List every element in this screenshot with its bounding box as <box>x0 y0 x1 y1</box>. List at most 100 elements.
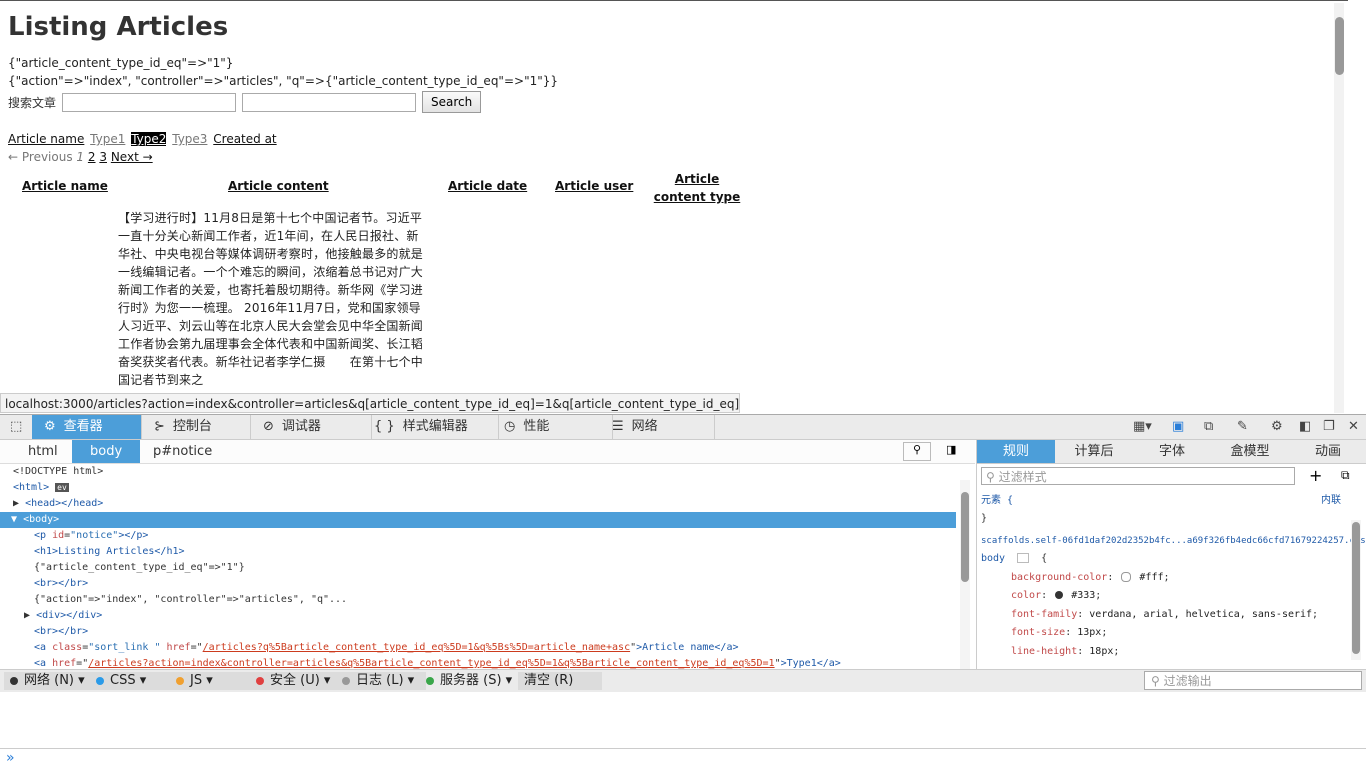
markup-view: <!DOCTYPE html> <html> ev ▶ <head></head… <box>0 464 958 669</box>
console-clear-button[interactable]: 清空 (R) <box>518 672 602 690</box>
body-rule-selector[interactable]: body { <box>981 550 1047 568</box>
th-article-name[interactable]: Article name <box>22 179 108 193</box>
pagination-next-link[interactable]: Next → <box>111 150 153 164</box>
eyedropper-icon[interactable]: ✎ <box>1237 419 1248 434</box>
braces-icon: { } <box>374 419 395 434</box>
tab-animations[interactable]: 动画 <box>1289 440 1366 463</box>
tab-inspector[interactable]: ⚙ 查看器 <box>32 415 142 439</box>
markup-head[interactable]: ▶ <head></head> <box>13 496 103 512</box>
highlight-selector-icon[interactable] <box>1017 553 1030 563</box>
performance-icon: ◷ <box>504 419 516 434</box>
tab-performance[interactable]: ◷ 性能 <box>492 415 613 439</box>
filter-type2-link[interactable]: Type2 <box>131 132 167 146</box>
tab-rules[interactable]: 规则 <box>977 440 1055 463</box>
search-input-2[interactable] <box>242 92 417 112</box>
breadcrumb-html[interactable]: html <box>28 440 58 463</box>
devtools-toolbar: ⬚ ⚙ 查看器 ⊱ 控制台 ⊘ 调试器 { } 样式编辑器 ◷ 性能 ☰ 网络 ▦▾ ▣ ⧉… <box>0 415 1366 440</box>
th-article-user[interactable]: Article user <box>555 179 633 193</box>
th-article-date[interactable]: Article date <box>448 179 527 193</box>
console-input[interactable]: » <box>0 748 1366 770</box>
markup-text-node[interactable]: {"article_content_type_id_eq"=>"1"} <box>34 560 245 576</box>
screenshot-icon[interactable]: ⧉ <box>1204 419 1213 434</box>
sort-article-name-link[interactable]: Article name <box>8 132 84 146</box>
tab-network[interactable]: ☰ 网络 <box>600 415 715 439</box>
breadcrumb-p-notice[interactable]: p#notice <box>153 440 212 463</box>
console-toolbar: 网络 (N) ▾ CSS ▾ JS ▾ 安全 (U) ▾ 日志 (L) ▾ 服务… <box>0 669 1366 693</box>
pagination-page-link[interactable]: 3 <box>99 150 107 164</box>
tab-style-editor[interactable]: { } 样式编辑器 <box>362 415 499 439</box>
pause-icon: ⊘ <box>263 419 274 434</box>
article-content-cell: 【学习进行时】11月8日是第十七个中国记者节。习近平一直十分关心新闻工作者，近1… <box>118 211 424 387</box>
markup-a-type1[interactable]: <a href="/articles?action=index&controll… <box>34 656 841 669</box>
console-filter-input[interactable]: ⚲ 过滤输出 <box>1144 671 1362 690</box>
event-badge[interactable]: ev <box>55 483 69 492</box>
toggle-pseudo-class-icon[interactable]: ⧉ <box>1341 468 1350 483</box>
markup-doctype[interactable]: <!DOCTYPE html> <box>13 464 103 480</box>
markup-scrollbar[interactable] <box>960 480 970 670</box>
prop-background-color[interactable]: background-color: #fff; <box>1011 569 1170 587</box>
close-icon[interactable]: ✕ <box>1348 419 1359 434</box>
frame-select-icon[interactable]: ▦▾ <box>1133 419 1152 434</box>
expand-arrow-icon[interactable]: ▶ <box>13 498 19 509</box>
settings-gear-icon[interactable]: ⚙ <box>1271 419 1283 434</box>
params-line: {"article_content_type_id_eq"=>"1"} <box>8 56 234 70</box>
rules-scrollbar[interactable] <box>1351 520 1361 660</box>
add-rule-icon[interactable]: + <box>1309 466 1322 485</box>
prop-font-family[interactable]: font-family: verdana, arial, helvetica, … <box>1011 606 1318 624</box>
color-swatch-white[interactable] <box>1121 572 1132 582</box>
breadcrumb-body[interactable]: body <box>72 440 141 463</box>
pagination-previous: ← Previous <box>8 150 73 164</box>
pick-element-icon[interactable]: ⬚ <box>10 419 22 434</box>
filter-type1-link[interactable]: Type1 <box>90 132 125 146</box>
markup-br[interactable]: <br></br> <box>34 624 88 640</box>
pagination: ← Previous 1 2 3 Next → <box>8 150 153 164</box>
markup-div[interactable]: ▶ <div></div> <box>24 608 102 624</box>
responsive-mode-icon[interactable]: ▣ <box>1172 419 1184 434</box>
search-label: 搜索文章 <box>8 95 57 110</box>
console-filter-server[interactable]: 服务器 (S) ▾ <box>420 672 520 690</box>
markup-h1[interactable]: <h1>Listing Articles</h1> <box>34 544 185 560</box>
markup-p-notice[interactable]: <p id="notice"></p> <box>34 528 148 544</box>
console-filter-css[interactable]: CSS ▾ <box>90 672 172 690</box>
undock-icon[interactable]: ❐ <box>1323 419 1335 434</box>
th-article-content-type[interactable]: Article content type <box>648 170 746 206</box>
console-prompt-icon: » <box>6 750 15 766</box>
console-filter-logging[interactable]: 日志 (L) ▾ <box>336 672 426 690</box>
network-icon: ☰ <box>612 419 624 434</box>
pagination-page-link[interactable]: 2 <box>88 150 96 164</box>
tab-console[interactable]: ⊱ 控制台 <box>142 415 251 439</box>
prop-font-size[interactable]: font-size: 13px; <box>1011 624 1107 642</box>
style-filter-input[interactable]: ⚲ 过滤样式 <box>981 467 1295 485</box>
toggle-sidebar-icon[interactable]: ◨ <box>946 443 956 456</box>
prop-color[interactable]: color: #333; <box>1011 587 1101 605</box>
markup-html[interactable]: <html> ev <box>13 480 69 496</box>
collapse-arrow-icon[interactable]: ▼ <box>11 514 17 525</box>
markup-a-sort-link[interactable]: <a class="sort_link " href="/articles?q%… <box>34 640 739 656</box>
page-title: Listing Articles <box>8 12 229 42</box>
dock-side-icon[interactable]: ◧ <box>1299 419 1311 434</box>
breadcrumb: html body p#notice ⚲ ◨ <box>0 440 975 464</box>
markup-br[interactable]: <br></br> <box>34 576 88 592</box>
expand-arrow-icon[interactable]: ▶ <box>24 610 30 621</box>
th-article-content[interactable]: Article content <box>228 179 329 193</box>
markup-body-selected[interactable]: ▼ <body> <box>0 512 956 528</box>
tab-fonts[interactable]: 字体 <box>1133 440 1211 463</box>
search-icon[interactable]: ⚲ <box>903 442 931 461</box>
console-filter-security[interactable]: 安全 (U) ▾ <box>250 672 342 690</box>
element-rule-selector[interactable]: 元素 { <box>981 492 1013 510</box>
tab-box-model[interactable]: 盒模型 <box>1211 440 1289 463</box>
console-filter-js[interactable]: JS ▾ <box>170 672 254 690</box>
search-button[interactable]: Search <box>422 91 482 113</box>
filter-type3-link[interactable]: Type3 <box>172 132 207 146</box>
markup-text-node[interactable]: {"action"=>"index", "controller"=>"artic… <box>34 592 347 608</box>
color-swatch-dark[interactable] <box>1055 591 1064 599</box>
sort-created-at-link[interactable]: Created at <box>213 132 276 146</box>
search-input-1[interactable] <box>62 92 237 112</box>
console-icon: ⊱ <box>154 419 165 434</box>
tab-debugger[interactable]: ⊘ 调试器 <box>251 415 372 439</box>
console-filter-network[interactable]: 网络 (N) ▾ <box>4 672 92 690</box>
prop-line-height[interactable]: line-height: 18px; <box>1011 643 1119 661</box>
tab-computed[interactable]: 计算后 <box>1055 440 1133 463</box>
page-scrollbar[interactable] <box>1334 3 1344 413</box>
stylesheet-source-link[interactable]: scaffolds.self-06fd1daf202d2352b4fc...a6… <box>981 532 1366 550</box>
